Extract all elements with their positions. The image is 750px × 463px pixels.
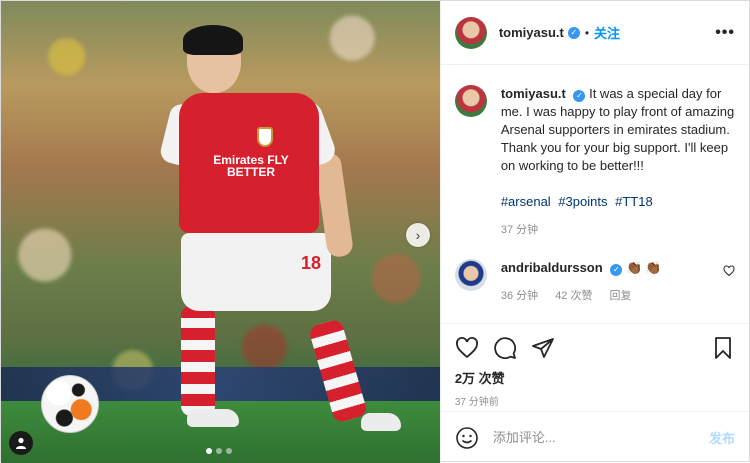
sponsor-logo: Emirates FLY BETTER — [213, 153, 289, 179]
carousel-dots — [206, 448, 232, 454]
add-comment-bar: 发布 — [440, 411, 749, 463]
caption-avatar[interactable] — [454, 85, 487, 117]
right-boot — [361, 413, 401, 431]
shirt-number: 18 — [301, 253, 322, 273]
verified-badge-icon: ✓ — [567, 26, 580, 39]
commenter-avatar[interactable] — [454, 259, 487, 291]
comment-text: 👏🏾👏🏾 — [625, 260, 665, 275]
share-plane-icon[interactable] — [531, 336, 555, 360]
post-sidebar: tomiyasu.t ✓ • 关注 ••• tomiyasu.t ✓ It wa… — [439, 1, 749, 463]
like-comment-heart-icon[interactable] — [723, 265, 735, 277]
comment-input[interactable] — [492, 430, 709, 445]
carousel-dot — [226, 448, 232, 454]
comment-bubble-icon[interactable] — [493, 336, 517, 360]
user-tag-icon — [16, 437, 26, 449]
carousel-dot — [216, 448, 222, 454]
comment-time[interactable]: 36 分钟 — [501, 290, 538, 302]
bookmark-icon[interactable] — [711, 336, 735, 360]
header-username[interactable]: tomiyasu.t — [499, 25, 564, 40]
chevron-right-icon: › — [415, 227, 421, 243]
next-photo-button[interactable]: › — [406, 223, 430, 247]
verified-badge-icon: ✓ — [610, 264, 623, 276]
left-boot — [187, 409, 239, 427]
caption-username[interactable]: tomiyasu.t — [501, 86, 566, 101]
hashtag-link[interactable]: #3points — [558, 194, 607, 209]
post-header: tomiyasu.t ✓ • 关注 ••• — [440, 1, 749, 65]
commenter-username[interactable]: andribaldursson — [501, 260, 603, 275]
hashtag-link[interactable]: #arsenal — [501, 194, 551, 209]
hashtag-list: #arsenal #3points #TT18 — [501, 193, 735, 211]
carousel-dot — [206, 448, 212, 454]
post-timestamp[interactable]: 37 分钟前 — [455, 393, 735, 408]
caption-meta: 37 分钟 — [501, 221, 735, 239]
follow-button[interactable]: 关注 — [594, 23, 620, 42]
caption-time[interactable]: 37 分钟 — [501, 224, 538, 236]
post-actions: 2万 次赞 37 分钟前 — [440, 323, 749, 411]
emoji-smiley-icon[interactable] — [455, 426, 479, 450]
right-leg — [307, 318, 369, 424]
post-comment-button[interactable]: 发布 — [709, 428, 735, 447]
tagged-users-button[interactable] — [9, 431, 33, 455]
instagram-post: 18 Emirates FLY BETTER › tomiyasu.t ✓ • … — [0, 0, 750, 463]
caption: tomiyasu.t ✓ It was a special day for me… — [454, 85, 735, 239]
more-options-icon[interactable]: ••• — [715, 24, 735, 42]
post-photo[interactable]: 18 Emirates FLY BETTER › — [1, 1, 440, 463]
player-figure: 18 Emirates FLY BETTER — [158, 21, 401, 441]
separator-dot: • — [584, 25, 590, 40]
football — [41, 375, 99, 433]
club-crest-icon — [257, 127, 273, 147]
like-heart-icon[interactable] — [455, 336, 479, 360]
avatar[interactable] — [454, 16, 487, 49]
comment-likes[interactable]: 42 次赞 — [555, 290, 592, 302]
reply-button[interactable]: 回复 — [610, 290, 632, 302]
player-hair — [183, 25, 243, 55]
likes-count[interactable]: 2万 次赞 — [455, 368, 735, 387]
comments-section: tomiyasu.t ✓ It was a special day for me… — [441, 65, 749, 323]
comment-meta: 36 分钟 42 次赞 回复 — [501, 287, 664, 305]
verified-badge-icon: ✓ — [573, 90, 586, 102]
left-leg — [181, 306, 215, 416]
comment-item: andribaldursson ✓ 👏🏾👏🏾 36 分钟 42 次赞 回复 — [454, 259, 735, 305]
hashtag-link[interactable]: #TT18 — [615, 194, 653, 209]
action-icons — [455, 336, 735, 360]
